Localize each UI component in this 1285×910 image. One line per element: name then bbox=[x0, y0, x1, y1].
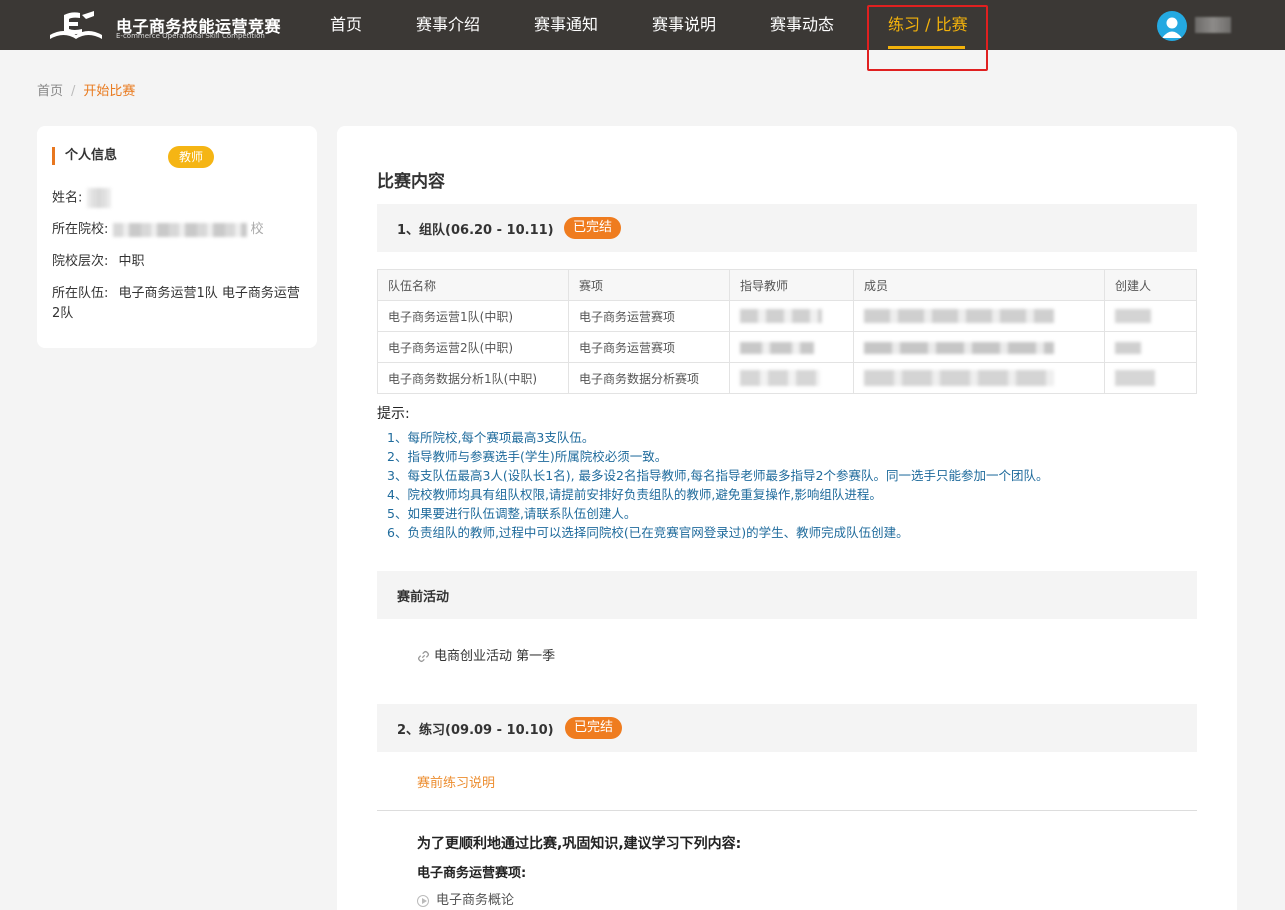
stage2-label: 2、练习(09.09 - 10.10) bbox=[397, 723, 554, 738]
event-cell: 电子商务数据分析赛项 bbox=[568, 362, 730, 394]
breadcrumb-separator: / bbox=[71, 84, 76, 99]
profile-school-row: 所在院校: 校 bbox=[52, 220, 264, 240]
name-blurred bbox=[86, 188, 111, 208]
profile-name-row: 姓名: bbox=[52, 188, 111, 209]
col-members: 成员 bbox=[853, 269, 1105, 301]
link-icon bbox=[417, 650, 430, 663]
tips-title: 提示: bbox=[377, 406, 410, 422]
team-name-cell: 电子商务数据分析1队(中职) bbox=[377, 362, 569, 394]
instructor-blurred bbox=[729, 362, 854, 394]
stage1-header: 1、组队(06.20 - 10.11) 已完结 bbox=[377, 204, 1197, 252]
logo-mark-icon bbox=[50, 11, 102, 39]
tip-item: 6、负责组队的教师,过程中可以选择同院校(已在竞赛官网登录过)的学生、教师完成队… bbox=[387, 525, 909, 540]
practice-instructions-link[interactable]: 赛前练习说明 bbox=[417, 772, 495, 791]
logo-subtitle: E-commerce Operational Skill Competition bbox=[116, 32, 265, 40]
play-icon bbox=[417, 894, 429, 907]
col-event: 赛项 bbox=[568, 269, 730, 301]
stage1-label: 1、组队(06.20 - 10.11) bbox=[397, 223, 554, 238]
user-avatar-icon[interactable] bbox=[1157, 11, 1187, 41]
breadcrumb-current: 开始比赛 bbox=[83, 84, 136, 99]
breadcrumb: 首页 / 开始比赛 bbox=[37, 80, 135, 99]
activity-link[interactable]: 电商创业活动 第一季 bbox=[417, 645, 555, 664]
divider bbox=[377, 810, 1197, 811]
members-blurred bbox=[853, 300, 1105, 332]
pre-activity-header: 赛前活动 bbox=[377, 571, 1197, 619]
tip-item: 3、每支队伍最高3人(设队长1名), 最多设2名指导教师,每名指导老师最多指导2… bbox=[387, 468, 1049, 483]
tip-item: 4、院校教师均具有组队权限,请提前安排好负责组队的教师,避免重复操作,影响组队进… bbox=[387, 487, 882, 502]
team-label: 所在队伍: bbox=[52, 286, 109, 301]
tip-item: 1、每所院校,每个赛项最高3支队伍。 bbox=[387, 430, 595, 445]
nav-notice[interactable]: 赛事通知 bbox=[534, 0, 598, 50]
teams-table: 队伍名称 赛项 指导教师 成员 创建人 电子商务运营1队(中职) 电子商务运营赛… bbox=[377, 269, 1197, 394]
stage2-status-badge: 已完结 bbox=[565, 717, 623, 739]
profile-card: 个人信息 教师 姓名: 所在院校: 校 院校层次: 中职 所在队伍: 电子商务运… bbox=[37, 126, 317, 348]
creator-blurred bbox=[1104, 362, 1197, 394]
pre-activity-label: 赛前活动 bbox=[397, 590, 450, 605]
school-label: 所在院校: bbox=[52, 222, 109, 237]
creator-blurred bbox=[1104, 300, 1197, 332]
profile-title: 个人信息 bbox=[52, 147, 117, 165]
tip-item: 5、如果要进行队伍调整,请联系队伍创建人。 bbox=[387, 506, 637, 521]
nav-news[interactable]: 赛事动态 bbox=[770, 0, 834, 50]
instructor-blurred bbox=[729, 331, 854, 363]
content-card: 比赛内容 1、组队(06.20 - 10.11) 已完结 队伍名称 赛项 指导教… bbox=[337, 126, 1237, 910]
team-name-cell: 电子商务运营2队(中职) bbox=[377, 331, 569, 363]
stage1-status-badge: 已完结 bbox=[564, 217, 622, 239]
site-logo[interactable]: 电子商务技能运营竞赛 E-commerce Operational Skill … bbox=[44, 9, 284, 43]
tip-item: 2、指导教师与参赛选手(学生)所属院校必须一致。 bbox=[387, 449, 668, 464]
col-team-name: 队伍名称 bbox=[377, 269, 569, 301]
creator-blurred bbox=[1104, 331, 1197, 363]
nav-intro[interactable]: 赛事介绍 bbox=[416, 0, 480, 50]
nav-home[interactable]: 首页 bbox=[330, 0, 362, 50]
course-title[interactable]: 电子商务概论 bbox=[436, 893, 514, 908]
table-row: 电子商务数据分析1队(中职) 电子商务数据分析赛项 bbox=[377, 362, 1197, 394]
event-cell: 电子商务运营赛项 bbox=[568, 300, 730, 332]
level-label: 院校层次: bbox=[52, 254, 109, 269]
profile-level-row: 院校层次: 中职 bbox=[52, 252, 145, 272]
course-category: 电子商务运营赛项: bbox=[417, 866, 527, 881]
nav-description[interactable]: 赛事说明 bbox=[652, 0, 716, 50]
breadcrumb-home[interactable]: 首页 bbox=[37, 84, 63, 99]
stage2-header: 2、练习(09.09 - 10.10) 已完结 bbox=[377, 704, 1197, 752]
content-title: 比赛内容 bbox=[377, 172, 445, 192]
tips-list: 1、每所院校,每个赛项最高3支队伍。 2、指导教师与参赛选手(学生)所属院校必须… bbox=[387, 428, 1048, 542]
course-item[interactable]: 电子商务概论 bbox=[417, 889, 514, 908]
school-blurred bbox=[112, 222, 247, 237]
advice-text: 为了更顺利地通过比赛,巩固知识,建议学习下列内容: bbox=[417, 836, 742, 852]
school-suffix: 校 bbox=[250, 222, 264, 237]
table-row: 电子商务运营2队(中职) 电子商务运营赛项 bbox=[377, 331, 1197, 363]
team-name-cell: 电子商务运营1队(中职) bbox=[377, 300, 569, 332]
activity-link-text[interactable]: 电商创业活动 第一季 bbox=[434, 649, 555, 664]
members-blurred bbox=[853, 362, 1105, 394]
table-header-row: 队伍名称 赛项 指导教师 成员 创建人 bbox=[377, 269, 1197, 301]
username-blurred[interactable] bbox=[1195, 17, 1231, 33]
col-instructor: 指导教师 bbox=[729, 269, 854, 301]
event-cell: 电子商务运营赛项 bbox=[568, 331, 730, 363]
name-label: 姓名: bbox=[52, 190, 83, 206]
profile-team-row: 所在队伍: 电子商务运营1队 电子商务运营2队 bbox=[52, 284, 302, 324]
col-creator: 创建人 bbox=[1104, 269, 1197, 301]
role-badge: 教师 bbox=[168, 146, 214, 168]
highlight-box bbox=[867, 5, 988, 71]
instructor-blurred bbox=[729, 300, 854, 332]
members-blurred bbox=[853, 331, 1105, 363]
top-navbar: 电子商务技能运营竞赛 E-commerce Operational Skill … bbox=[0, 0, 1285, 50]
level-value: 中职 bbox=[118, 254, 145, 269]
table-row: 电子商务运营1队(中职) 电子商务运营赛项 bbox=[377, 300, 1197, 332]
